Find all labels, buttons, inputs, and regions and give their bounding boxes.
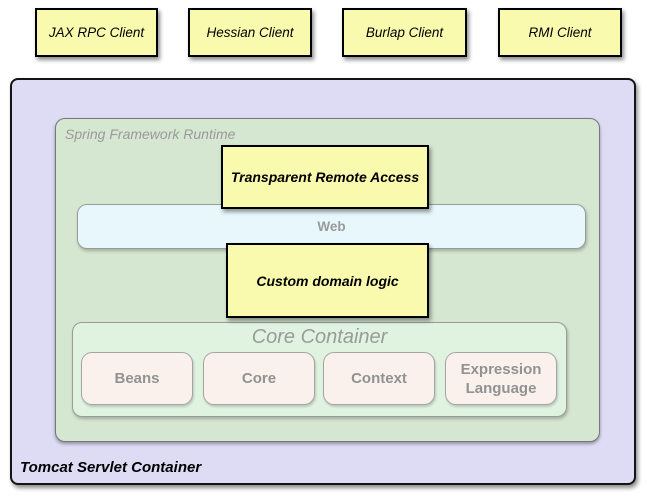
tomcat-servlet-container: Spring Framework Runtime Transparent Rem…: [10, 78, 636, 485]
module-box-context: Context: [323, 352, 435, 405]
core-container-label: Core Container: [73, 326, 566, 349]
custom-domain-logic-box: Custom domain logic: [226, 243, 429, 318]
spring-runtime-label: Spring Framework Runtime: [65, 126, 235, 142]
client-box-hessian: Hessian Client: [188, 8, 312, 57]
custom-domain-logic-label: Custom domain logic: [256, 273, 398, 289]
module-box-expression-language: Expression Language: [445, 352, 557, 405]
client-label: Burlap Client: [366, 25, 443, 40]
core-container: Core Container Beans Core Context Expres…: [72, 322, 567, 417]
web-label: Web: [317, 219, 345, 234]
client-box-rmi: RMI Client: [498, 8, 622, 57]
client-box-jax-rpc: JAX RPC Client: [35, 8, 158, 57]
client-label: Hessian Client: [206, 25, 293, 40]
spring-framework-runtime: Spring Framework Runtime Transparent Rem…: [55, 118, 600, 442]
module-box-beans: Beans: [81, 352, 193, 405]
client-box-burlap: Burlap Client: [342, 8, 467, 57]
client-label: RMI Client: [528, 25, 591, 40]
module-label: Core: [242, 369, 276, 388]
module-label: Expression Language: [446, 360, 556, 398]
transparent-remote-access-label: Transparent Remote Access: [231, 169, 419, 185]
module-label: Beans: [114, 369, 159, 388]
client-label: JAX RPC Client: [49, 25, 144, 40]
module-label: Context: [351, 369, 407, 388]
transparent-remote-access-box: Transparent Remote Access: [221, 145, 429, 209]
tomcat-container-label: Tomcat Servlet Container: [20, 459, 201, 476]
architecture-diagram: JAX RPC Client Hessian Client Burlap Cli…: [0, 0, 647, 500]
module-box-core: Core: [203, 352, 315, 405]
